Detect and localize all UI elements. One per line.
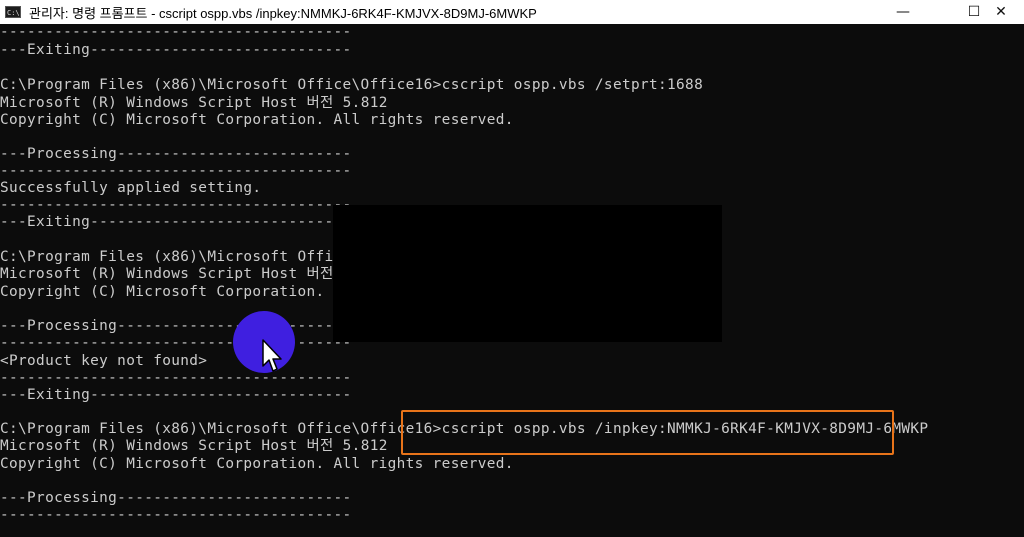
console-line: --------------------------------------- [0,163,352,179]
console-line: --------------------------------------- [0,24,352,40]
console-line: --------------------------------------- [0,197,352,213]
title-bar[interactable]: C:\ 관리자: 명령 프롬프트 - cscript ospp.vbs /inp… [0,0,1024,24]
console-line: Copyright (C) Microsoft Corporation. Al [0,284,352,300]
console-line: ---Exiting----------------------------- [0,42,352,58]
console-line: ---Processing-------------------------- [0,146,352,162]
console-line: ---Processing-------------------------- [0,318,352,334]
console-line: <Product key not found> [0,353,208,369]
console-line: Microsoft (R) Windows Script Host 버전 [0,266,334,282]
console-line: ---Exiting----------------------------- [0,387,352,403]
console-line: --------------------------------------- [0,335,352,351]
console-line: C:\Program Files (x86)\Microsoft Office [0,249,352,265]
console-line: Successfully applied setting. [0,180,262,196]
cmd-app-icon: C:\ [5,6,21,18]
console-line: C:\Program Files (x86)\Microsoft Office\… [0,77,704,93]
console-line: ---Exiting----------------------------- [0,214,352,230]
console-line: --------------------------------------- [0,507,352,523]
console-line: Copyright (C) Microsoft Corporation. All… [0,456,514,472]
mouse-pointer-icon [262,339,282,372]
close-button[interactable]: ✕ [978,0,1024,24]
window-title: 관리자: 명령 프롬프트 - cscript ospp.vbs /inpkey:… [29,5,537,21]
console-line: ---Processing-------------------------- [0,490,352,506]
console-line: Microsoft (R) Windows Script Host 버전 5.8… [0,95,388,111]
minimize-button[interactable]: — [880,0,926,24]
redaction-box [333,205,722,342]
console-line: Copyright (C) Microsoft Corporation. All… [0,112,514,128]
console-line: Microsoft (R) Windows Script Host 버전 5.8… [0,438,388,454]
command-highlight-box [401,410,894,455]
console-line: --------------------------------------- [0,370,352,386]
